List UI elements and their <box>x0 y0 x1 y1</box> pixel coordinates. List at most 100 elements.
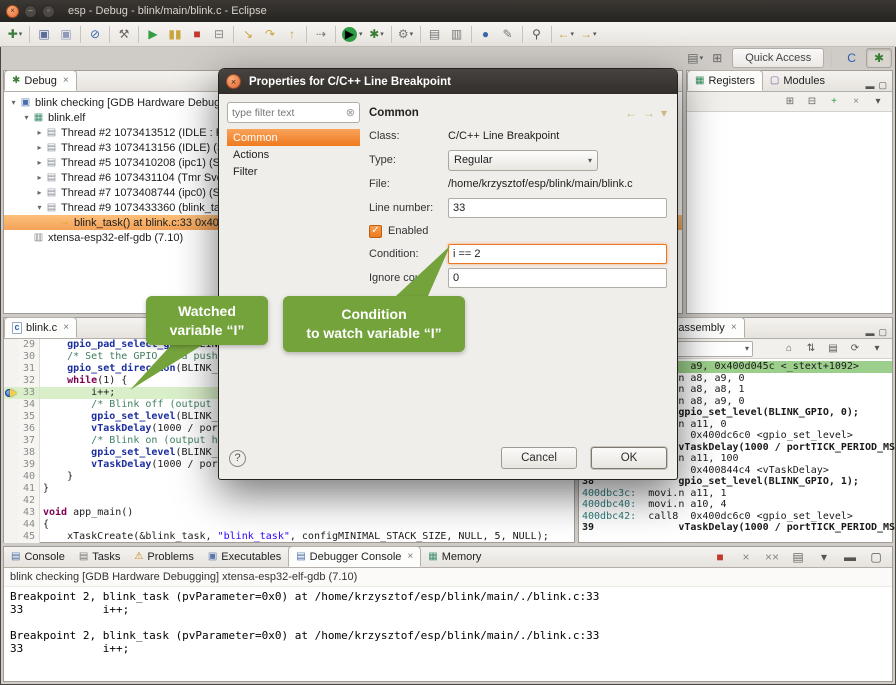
tab-executables[interactable]: ▣Executables <box>201 546 288 567</box>
quick-access-button[interactable]: Quick Access <box>732 48 824 68</box>
window-grid-icon[interactable]: ⊞ <box>707 48 727 69</box>
resume-button[interactable]: ▶ <box>143 24 163 45</box>
expander-right-icon[interactable]: ▸ <box>34 143 45 152</box>
save-all-button[interactable]: ▣ <box>56 24 76 45</box>
disassembly-line[interactable]: 400dbc42: call8 0x400dc6c0 <gpio_set_lev… <box>582 511 892 523</box>
collapse-all-icon[interactable]: ⊟ <box>802 91 822 112</box>
instruction-stepping-button[interactable]: ⇢ <box>311 24 331 45</box>
step-return-button[interactable]: ↑ <box>282 24 302 45</box>
help-button[interactable]: ? <box>229 450 246 467</box>
tab-tasks[interactable]: ▤Tasks <box>72 546 128 567</box>
external-tools-button[interactable]: ⚙▾ <box>396 24 416 45</box>
disassembly-line[interactable]: 400dbc40: movi.n a10, 4 <box>582 499 892 511</box>
add-register-group-button[interactable]: + <box>824 91 844 112</box>
disassembly-line[interactable]: 39 vTaskDelay(1000 / portTICK_PERIOD_MS)… <box>582 522 892 534</box>
dialog-section-common[interactable]: Common <box>227 129 360 146</box>
step-into-button[interactable]: ↘ <box>238 24 258 45</box>
show-source-icon[interactable]: ▤ <box>823 338 843 359</box>
open-console-button[interactable]: ▤▾ <box>685 48 705 69</box>
ok-button[interactable]: OK <box>591 447 667 469</box>
search-button[interactable]: ⚲ <box>527 24 547 45</box>
close-button[interactable]: × <box>6 5 19 18</box>
refresh-icon[interactable]: ⟳ <box>845 338 865 359</box>
tab-problems[interactable]: ⚠Problems <box>127 546 200 567</box>
tab-debug[interactable]: ✱Debug× <box>4 70 77 91</box>
code-line[interactable]: 42 <box>4 495 574 507</box>
dialog-section-filter[interactable]: Filter <box>227 163 360 180</box>
minimize-button[interactable]: – <box>24 5 37 18</box>
code-line[interactable]: 45 xTaskCreate(&blink_task, "blink_task"… <box>4 531 574 543</box>
toggle-breakpoint-button[interactable]: ● <box>476 24 496 45</box>
run-button[interactable]: ▶▾ <box>340 24 365 45</box>
dialog-titlebar[interactable]: × Properties for C/C++ Line Breakpoint <box>219 69 677 94</box>
close-icon[interactable]: × <box>407 551 413 562</box>
suspend-button[interactable]: ▮▮ <box>165 24 185 45</box>
filter-input[interactable] <box>232 107 346 119</box>
disassembly-line[interactable]: 400dbc3c: movi.n a11, 1 <box>582 488 892 500</box>
terminate-button[interactable]: ■ <box>187 24 207 45</box>
expander-right-icon[interactable]: ▸ <box>34 188 45 197</box>
tab-blink-c[interactable]: cblink.c× <box>4 317 77 338</box>
code-line[interactable]: 44{ <box>4 519 574 531</box>
minimize-button[interactable]: ▬ <box>865 328 874 338</box>
console-output[interactable]: Breakpoint 2, blink_task (pvParameter=0x… <box>4 587 892 658</box>
clear-console-button[interactable]: ▤ <box>788 546 808 567</box>
home-icon[interactable]: ⌂ <box>779 338 799 359</box>
tab-debugger-console[interactable]: ▤Debugger Console× <box>288 546 421 567</box>
debug-perspective-button[interactable]: ✱ <box>866 48 892 68</box>
build-button[interactable]: ⚒ <box>114 24 134 45</box>
expander-down-icon[interactable]: ▾ <box>8 98 19 107</box>
tab-modules[interactable]: ▢Modules <box>763 70 832 91</box>
tab-console[interactable]: ▤Console <box>4 546 72 567</box>
save-button[interactable]: ▣ <box>34 24 54 45</box>
condition-input[interactable] <box>448 244 667 264</box>
view-menu-icon[interactable]: ▾ <box>867 338 887 359</box>
back-button[interactable]: ←▾ <box>556 24 577 45</box>
terminate-button[interactable]: ■ <box>710 546 730 567</box>
cpp-perspective-button[interactable]: C <box>839 48 864 68</box>
display-console-menu-icon[interactable]: ▾ <box>814 546 834 567</box>
cancel-button[interactable]: Cancel <box>501 447 577 469</box>
debug-button[interactable]: ✱▾ <box>367 24 387 45</box>
line-number-input[interactable] <box>448 198 667 218</box>
skip-all-breakpoints-button[interactable]: ⊘ <box>85 24 105 45</box>
disconnect-button[interactable]: ⊟ <box>209 24 229 45</box>
expander-right-icon[interactable]: ▸ <box>34 128 45 137</box>
dialog-section-actions[interactable]: Actions <box>227 146 360 163</box>
view-menu-icon[interactable]: ▾ <box>868 91 888 112</box>
expander-down-icon[interactable]: ▾ <box>21 113 32 122</box>
close-icon[interactable]: × <box>731 322 737 333</box>
expander-right-icon[interactable]: ▸ <box>34 173 45 182</box>
sync-icon[interactable]: ⇅ <box>801 338 821 359</box>
layout-icon[interactable]: ⊞ <box>780 91 800 112</box>
step-over-button[interactable]: ↷ <box>260 24 280 45</box>
back-icon[interactable]: ← <box>625 106 637 120</box>
type-dropdown[interactable]: Regular ▾ <box>448 150 598 171</box>
dialog-close-button[interactable]: × <box>226 74 241 89</box>
remove-all-launches-button[interactable]: ×× <box>762 546 782 567</box>
close-icon[interactable]: × <box>63 322 69 333</box>
remove-launch-button[interactable]: × <box>736 546 756 567</box>
mark-occurrences-button[interactable]: ✎ <box>498 24 518 45</box>
forward-icon[interactable]: → <box>643 106 655 120</box>
expander-down-icon[interactable]: ▾ <box>34 203 45 212</box>
close-icon[interactable]: × <box>63 75 69 86</box>
clear-filter-icon[interactable]: ⊗ <box>346 106 355 119</box>
minimize-button[interactable]: ▬ <box>840 546 860 567</box>
new-wizard-button[interactable]: ✚▾ <box>5 24 25 45</box>
code-line[interactable]: 43void app_main() <box>4 507 574 519</box>
remove-register-group-button[interactable]: × <box>846 91 866 112</box>
maximize-button[interactable]: ▢ <box>866 546 886 567</box>
forward-button[interactable]: →▾ <box>578 24 599 45</box>
new-cpp-project-button[interactable]: ▤ <box>425 24 445 45</box>
tab-registers[interactable]: ▦Registers <box>687 70 763 91</box>
minimize-button[interactable]: ▬ <box>865 81 874 91</box>
maximize-button[interactable]: ▫ <box>42 5 55 18</box>
ignore-count-input[interactable] <box>448 268 667 288</box>
view-menu-icon[interactable]: ▾ <box>661 106 667 120</box>
maximize-button[interactable]: ▢ <box>878 327 887 338</box>
expander-right-icon[interactable]: ▸ <box>34 158 45 167</box>
new-file-button[interactable]: ▥ <box>447 24 467 45</box>
maximize-button[interactable]: ▢ <box>878 80 887 91</box>
code-line[interactable]: 41} <box>4 483 574 495</box>
